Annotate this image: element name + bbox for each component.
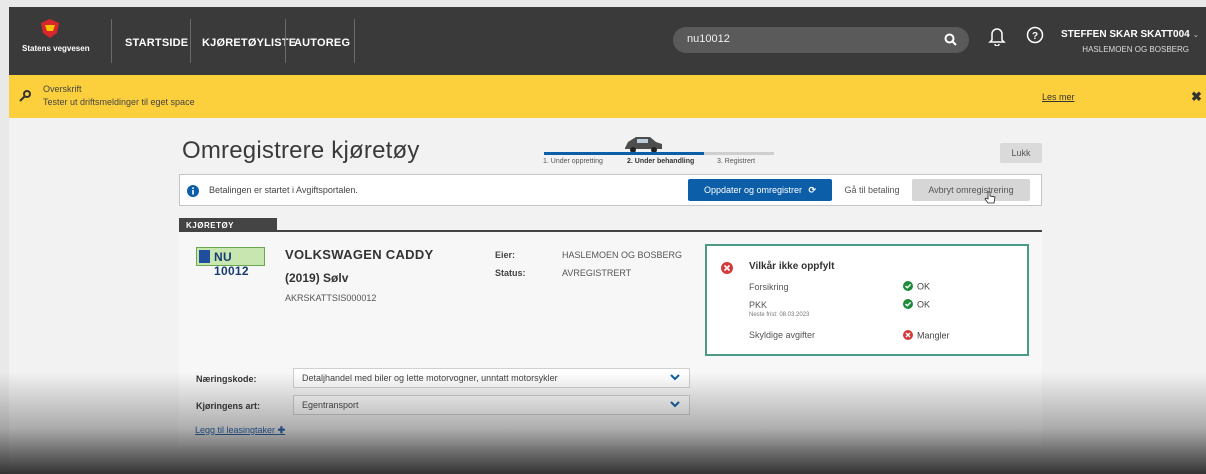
operations-message-banner: Overskrift Tester ut driftsmeldinger til… — [9, 75, 1206, 118]
user-organization: HASLEMOEN OG BOSBERG — [1082, 45, 1189, 54]
nav-divider — [111, 19, 112, 63]
payment-info-text: Betalingen er startet i Avgiftsportalen. — [209, 185, 358, 195]
section-rule — [179, 230, 1042, 232]
cancel-reregistration-button[interactable]: Avbryt omregistrering — [912, 179, 1030, 201]
conditions-title: Vilkår ikke oppfylt — [749, 261, 835, 272]
condition-insurance-status: OK — [903, 281, 930, 293]
add-lessee-label: Legg til leasingtaker — [195, 425, 276, 435]
read-more-link[interactable]: Les mer — [1042, 92, 1075, 102]
license-plate: NU 10012 — [196, 247, 265, 278]
nav-link-kjoretoyliste[interactable]: KJØRETØYLISTE — [202, 37, 296, 49]
owner-label: Eier: — [495, 250, 516, 260]
stepper-progress — [544, 152, 704, 155]
check-circle-icon — [903, 281, 913, 293]
plus-icon: ✚ — [277, 425, 286, 435]
chevron-down-icon — [670, 373, 680, 383]
status-label: Status: — [495, 268, 526, 278]
status-text: OK — [917, 281, 931, 292]
chevron-down-icon: ⌄ — [1192, 30, 1200, 39]
status-text: OK — [917, 299, 931, 310]
plate-number: NU 10012 — [214, 250, 249, 278]
info-icon — [187, 184, 199, 202]
close-icon[interactable]: ✖ — [1191, 89, 1202, 105]
industry-code-select[interactable]: Detaljhandel med biler og lette motorvog… — [293, 368, 690, 388]
step-under-oppretting: 1. Under oppretting — [543, 158, 603, 165]
vehicle-name: VOLKSWAGEN CADDY — [285, 247, 434, 262]
update-button-label: Oppdater og omregistrer — [703, 185, 802, 195]
add-lessee-link[interactable]: Legg til leasingtaker ✚ — [195, 425, 285, 436]
page-title: Omregistrere kjøretøy — [182, 137, 420, 164]
condition-pkk-deadline: Neste frist: 08.03.2023 — [749, 312, 810, 318]
condition-pkk-status: OK — [903, 299, 930, 311]
update-and-reregister-button[interactable]: Oppdater og omregistrer ⟳ — [688, 179, 832, 201]
logo-emblem-icon — [39, 17, 61, 39]
status-value: AVREGISTRERT — [562, 268, 632, 278]
app-page: Statens vegvesen STARTSIDE KJØRETØYLISTE… — [0, 0, 1206, 474]
go-to-payment-button[interactable]: Gå til betaling — [838, 179, 906, 201]
logo-text: Statens vegvesen — [22, 44, 90, 53]
transport-type-select[interactable]: Egentransport — [293, 395, 690, 415]
status-text: Mangler — [917, 330, 950, 341]
step-under-behandling: 2. Under behandling — [627, 158, 695, 165]
user-name: STEFFEN SKAR SKATT004 ⌄ — [1061, 29, 1200, 40]
stepper-remaining — [704, 152, 774, 155]
top-navigation-bar: Statens vegvesen STARTSIDE KJØRETØYLISTE… — [9, 7, 1206, 75]
banner-text: Tester ut driftsmeldinger til eget space — [43, 97, 195, 107]
condition-fees-label: Skyldige avgifter — [749, 330, 816, 340]
search-input-value: nu10012 — [687, 33, 730, 45]
banner-title: Overskrift — [43, 84, 82, 94]
logo[interactable]: Statens vegvesen — [22, 15, 90, 67]
nav-divider — [285, 19, 286, 63]
search-icon[interactable] — [944, 33, 957, 49]
search-input[interactable]: nu10012 — [673, 27, 969, 53]
condition-insurance-label: Forsikring — [749, 282, 789, 292]
check-circle-icon — [903, 299, 913, 311]
refresh-icon: ⟳ — [808, 185, 817, 195]
close-button[interactable]: Lukk — [1000, 143, 1042, 163]
error-circle-icon — [903, 330, 913, 342]
nav-divider — [354, 19, 355, 63]
condition-pkk-label: PKK — [749, 300, 768, 310]
conditions-panel: Vilkår ikke oppfylt Forsikring OK PKK Ne… — [705, 244, 1029, 356]
help-icon[interactable]: ? — [1026, 26, 1044, 49]
nav-divider — [190, 19, 191, 63]
chevron-down-icon — [670, 400, 680, 410]
hand-cursor-icon — [984, 191, 996, 210]
condition-fees-status: Mangler — [903, 330, 950, 342]
transport-type-label: Kjøringens art: — [196, 401, 261, 411]
wrench-icon — [18, 89, 32, 108]
error-icon — [721, 261, 733, 279]
car-icon — [622, 134, 664, 159]
vehicle-year-color: (2019) Sølv — [285, 271, 349, 285]
industry-code-value: Detaljhandel med biler og lette motorvog… — [302, 373, 558, 383]
step-registrert: 3. Registrert — [717, 158, 756, 165]
user-menu[interactable]: STEFFEN SKAR SKATT004 ⌄ HASLEMOEN OG BOS… — [1061, 29, 1200, 54]
industry-code-label: Næringskode: — [196, 374, 257, 384]
bell-icon[interactable] — [988, 26, 1006, 51]
nav-link-startside[interactable]: STARTSIDE — [125, 37, 188, 49]
nav-link-autoreg[interactable]: AUTOREG — [294, 37, 350, 49]
transport-type-value: Egentransport — [302, 400, 359, 410]
svg-text:?: ? — [1032, 31, 1038, 42]
norway-flag-icon — [199, 250, 210, 263]
owner-value: HASLEMOEN OG BOSBERG — [562, 250, 683, 260]
vehicle-code: AKRSKATTSIS000012 — [285, 293, 377, 303]
